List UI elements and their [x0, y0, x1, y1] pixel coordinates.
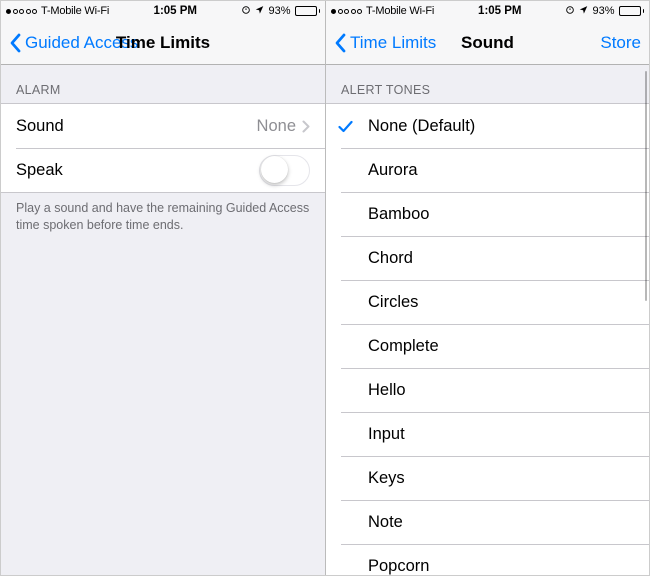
screen-time-limits: T-Mobile Wi-Fi 1:05 PM 93% Guided Access…	[1, 1, 325, 575]
tone-row[interactable]: Popcorn	[326, 544, 649, 575]
sound-label: Sound	[16, 117, 257, 136]
back-button[interactable]: Guided Access	[9, 33, 138, 53]
status-right: 93%	[565, 5, 644, 18]
tone-row[interactable]: None (Default)	[326, 104, 649, 148]
speak-toggle[interactable]	[259, 155, 310, 186]
status-time: 1:05 PM	[154, 5, 197, 17]
sound-row[interactable]: Sound None	[1, 104, 325, 148]
back-button[interactable]: Time Limits	[334, 33, 436, 53]
rotation-lock-icon	[565, 5, 575, 18]
carrier-label: T-Mobile Wi-Fi	[41, 5, 109, 17]
signal-strength-icon	[6, 9, 37, 14]
tone-label: Complete	[368, 337, 439, 356]
tone-row[interactable]: Circles	[326, 280, 649, 324]
battery-percent: 93%	[592, 5, 614, 17]
section-footer: Play a sound and have the remaining Guid…	[1, 193, 325, 234]
chevron-left-icon	[9, 33, 21, 53]
tone-label: Note	[368, 513, 403, 532]
checkmark-icon	[338, 120, 368, 133]
battery-icon	[619, 6, 645, 16]
tone-label: Chord	[368, 249, 413, 268]
tone-row[interactable]: Bamboo	[326, 192, 649, 236]
back-label: Guided Access	[25, 33, 138, 53]
tone-label: Bamboo	[368, 205, 429, 224]
tone-label: Input	[368, 425, 405, 444]
chevron-left-icon	[334, 33, 346, 53]
tone-row[interactable]: Hello	[326, 368, 649, 412]
tone-row[interactable]: Complete	[326, 324, 649, 368]
tone-label: Hello	[368, 381, 406, 400]
nav-bar: Time Limits Sound Store	[326, 21, 649, 65]
chevron-right-icon	[302, 120, 310, 133]
status-bar: T-Mobile Wi-Fi 1:05 PM 93%	[326, 1, 649, 21]
section-header-tones: ALERT TONES	[326, 65, 649, 103]
alarm-list: Sound None Speak	[1, 103, 325, 193]
store-button[interactable]: Store	[600, 33, 641, 53]
speak-row: Speak	[1, 148, 325, 192]
rotation-lock-icon	[241, 5, 251, 18]
status-bar: T-Mobile Wi-Fi 1:05 PM 93%	[1, 1, 325, 21]
tone-row[interactable]: Chord	[326, 236, 649, 280]
location-icon	[255, 5, 264, 17]
location-icon	[579, 5, 588, 17]
battery-percent: 93%	[268, 5, 290, 17]
back-label: Time Limits	[350, 33, 436, 53]
scroll-indicator	[645, 71, 648, 301]
tone-row[interactable]: Aurora	[326, 148, 649, 192]
signal-strength-icon	[331, 9, 362, 14]
toggle-knob	[261, 156, 288, 183]
status-left: T-Mobile Wi-Fi	[6, 5, 109, 17]
section-header-alarm: ALARM	[1, 65, 325, 103]
status-right: 93%	[241, 5, 320, 18]
tone-row[interactable]: Keys	[326, 456, 649, 500]
tone-row[interactable]: Input	[326, 412, 649, 456]
tone-label: Circles	[368, 293, 418, 312]
tone-label: Aurora	[368, 161, 418, 180]
carrier-label: T-Mobile Wi-Fi	[366, 5, 434, 17]
screen-sound: T-Mobile Wi-Fi 1:05 PM 93% Time Limits S…	[325, 1, 649, 575]
sound-value: None	[257, 117, 296, 136]
status-left: T-Mobile Wi-Fi	[331, 5, 434, 17]
tone-label: Popcorn	[368, 557, 429, 576]
status-time: 1:05 PM	[478, 5, 521, 17]
nav-bar: Guided Access Time Limits	[1, 21, 325, 65]
tone-row[interactable]: Note	[326, 500, 649, 544]
battery-icon	[295, 6, 321, 16]
tone-label: None (Default)	[368, 117, 475, 136]
speak-label: Speak	[16, 161, 259, 180]
alert-tones-list: None (Default) Aurora Bamboo Chord Circles Co…	[326, 103, 649, 575]
tone-label: Keys	[368, 469, 405, 488]
